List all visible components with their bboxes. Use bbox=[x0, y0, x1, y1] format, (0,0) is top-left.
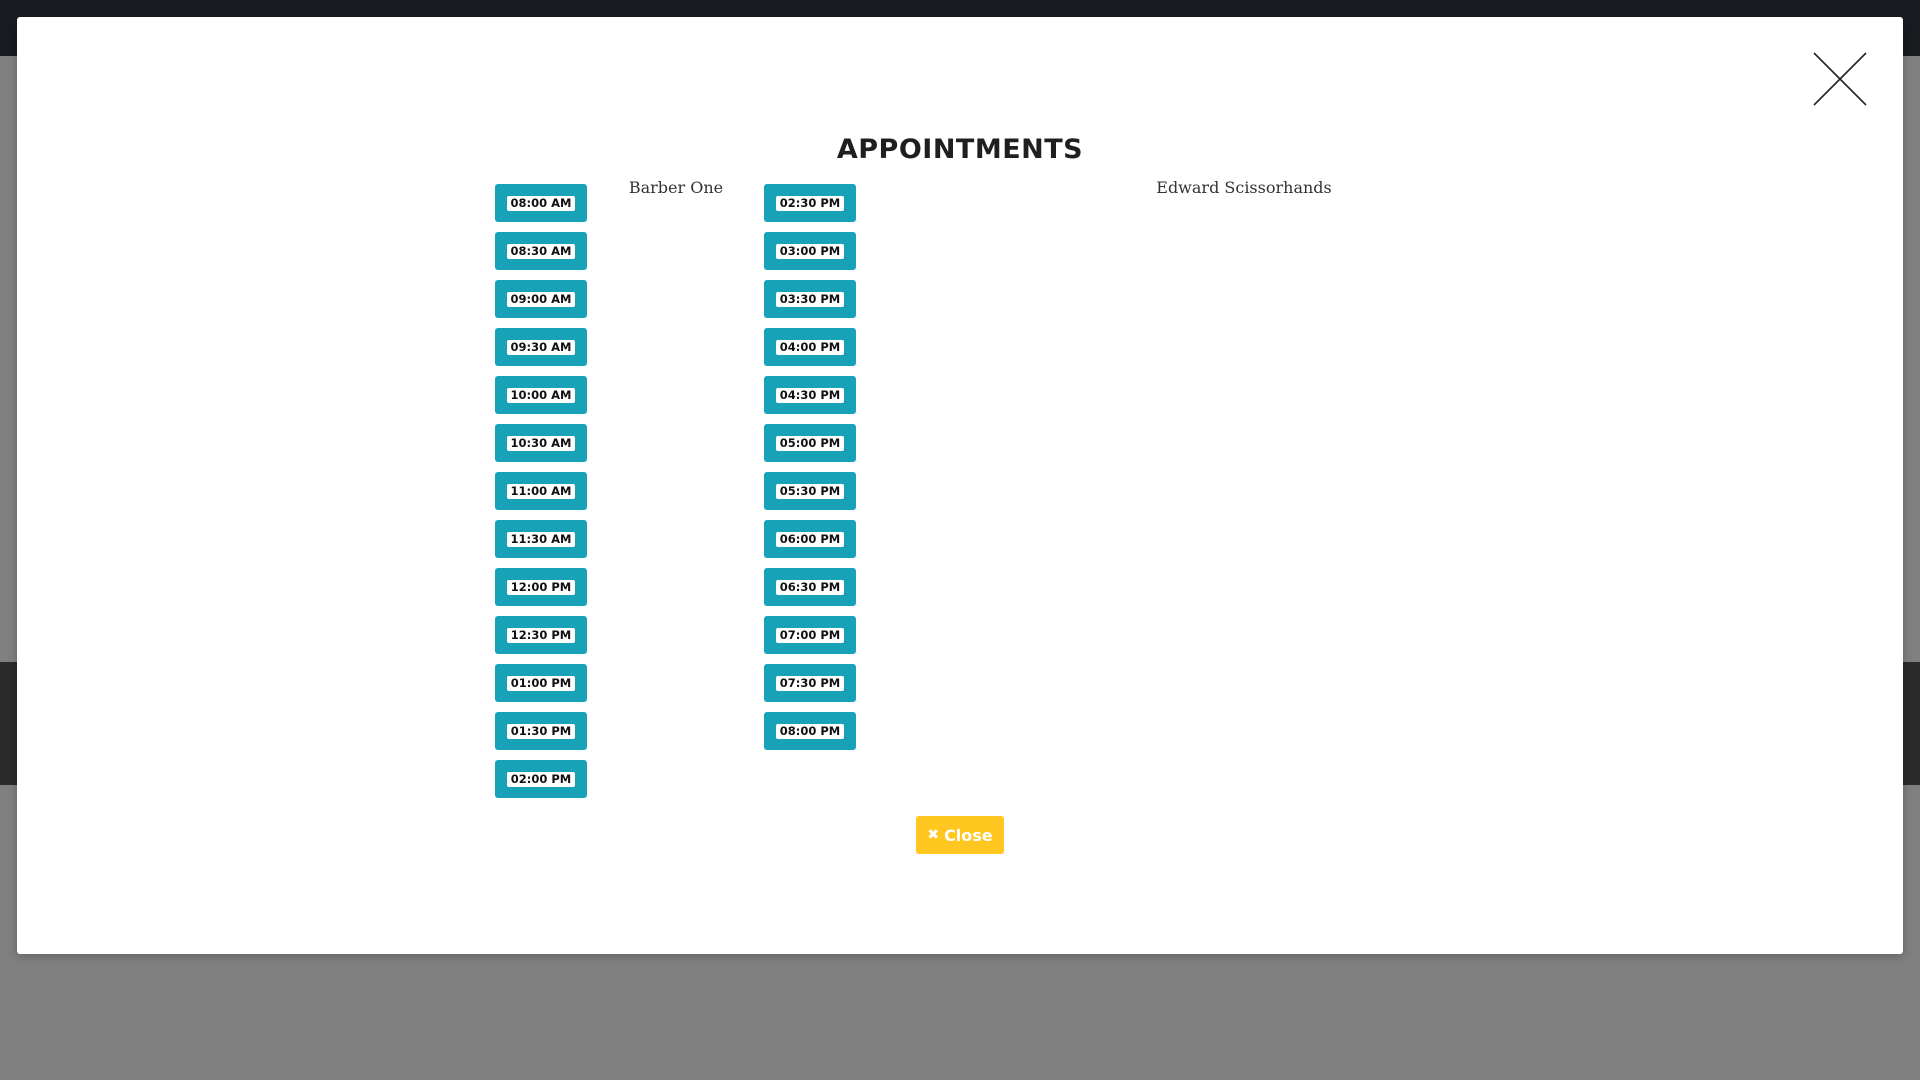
time-slot-label: 09:00 AM bbox=[506, 291, 576, 307]
time-slot-button[interactable]: 11:30 AM bbox=[495, 520, 587, 558]
time-slot-label: 10:00 AM bbox=[506, 387, 576, 403]
close-button[interactable]: ✖ Close bbox=[916, 816, 1004, 854]
time-slot-label: 09:30 AM bbox=[506, 339, 576, 355]
time-slot-label: 08:00 AM bbox=[506, 195, 576, 211]
close-x-icon: ✖ bbox=[927, 827, 940, 843]
time-slot-label: 05:00 PM bbox=[775, 435, 845, 451]
barber-name-edward-scissorhands: Edward Scissorhands bbox=[1156, 178, 1332, 197]
time-slot-label: 05:30 PM bbox=[775, 483, 845, 499]
time-slot-button[interactable]: 10:30 AM bbox=[495, 424, 587, 462]
time-slot-button[interactable]: 06:30 PM bbox=[764, 568, 856, 606]
time-slot-button[interactable]: 08:00 AM bbox=[495, 184, 587, 222]
time-slot-button[interactable]: 11:00 AM bbox=[495, 472, 587, 510]
barber-name-barber-one: Barber One bbox=[628, 178, 724, 197]
time-slot-label: 02:30 PM bbox=[775, 195, 845, 211]
time-slot-button[interactable]: 03:30 PM bbox=[764, 280, 856, 318]
time-slot-label: 12:30 PM bbox=[506, 627, 576, 643]
time-slot-button[interactable]: 01:00 PM bbox=[495, 664, 587, 702]
time-slot-button[interactable]: 07:30 PM bbox=[764, 664, 856, 702]
time-slot-label: 12:00 PM bbox=[506, 579, 576, 595]
time-slot-label: 08:30 AM bbox=[506, 243, 576, 259]
time-slot-label: 11:30 AM bbox=[506, 531, 576, 547]
time-slot-column-a: 08:00 AM 08:30 AM 09:00 AM 09:30 AM 10:0… bbox=[486, 184, 596, 808]
time-slot-button[interactable]: 09:30 AM bbox=[495, 328, 587, 366]
close-button-label: Close bbox=[944, 825, 993, 845]
time-slot-label: 03:30 PM bbox=[775, 291, 845, 307]
time-slot-button[interactable]: 02:00 PM bbox=[495, 760, 587, 798]
time-slot-label: 07:30 PM bbox=[775, 675, 845, 691]
modal-close-x-icon[interactable] bbox=[1813, 52, 1867, 106]
time-slot-button[interactable]: 08:00 PM bbox=[764, 712, 856, 750]
time-slot-label: 04:30 PM bbox=[775, 387, 845, 403]
close-icon bbox=[1813, 52, 1867, 106]
time-slot-button[interactable]: 08:30 AM bbox=[495, 232, 587, 270]
time-slot-label: 01:30 PM bbox=[506, 723, 576, 739]
time-slot-button[interactable]: 05:30 PM bbox=[764, 472, 856, 510]
modal-title: APPOINTMENTS bbox=[836, 134, 1084, 165]
time-slot-button[interactable]: 10:00 AM bbox=[495, 376, 587, 414]
time-slot-label: 08:00 PM bbox=[775, 723, 845, 739]
time-slot-button[interactable]: 05:00 PM bbox=[764, 424, 856, 462]
time-slot-label: 02:00 PM bbox=[506, 771, 576, 787]
time-slot-button[interactable]: 04:30 PM bbox=[764, 376, 856, 414]
time-slot-label: 01:00 PM bbox=[506, 675, 576, 691]
time-slot-label: 07:00 PM bbox=[775, 627, 845, 643]
time-slot-button[interactable]: 01:30 PM bbox=[495, 712, 587, 750]
time-slot-label: 06:30 PM bbox=[775, 579, 845, 595]
time-slot-button[interactable]: 12:00 PM bbox=[495, 568, 587, 606]
time-slot-button[interactable]: 07:00 PM bbox=[764, 616, 856, 654]
time-slot-label: 04:00 PM bbox=[775, 339, 845, 355]
time-slot-button[interactable]: 12:30 PM bbox=[495, 616, 587, 654]
time-slot-label: 11:00 AM bbox=[506, 483, 576, 499]
time-slot-button[interactable]: 02:30 PM bbox=[764, 184, 856, 222]
time-slot-button[interactable]: 06:00 PM bbox=[764, 520, 856, 558]
time-slot-label: 03:00 PM bbox=[775, 243, 845, 259]
time-slot-button[interactable]: 04:00 PM bbox=[764, 328, 856, 366]
time-slot-button[interactable]: 09:00 AM bbox=[495, 280, 587, 318]
time-slot-label: 06:00 PM bbox=[775, 531, 845, 547]
time-slot-button[interactable]: 03:00 PM bbox=[764, 232, 856, 270]
appointments-modal: APPOINTMENTS Barber One Edward Scissorha… bbox=[17, 17, 1903, 954]
time-slot-column-b: 02:30 PM 03:00 PM 03:30 PM 04:00 PM 04:3… bbox=[755, 184, 865, 760]
time-slot-label: 10:30 AM bbox=[506, 435, 576, 451]
